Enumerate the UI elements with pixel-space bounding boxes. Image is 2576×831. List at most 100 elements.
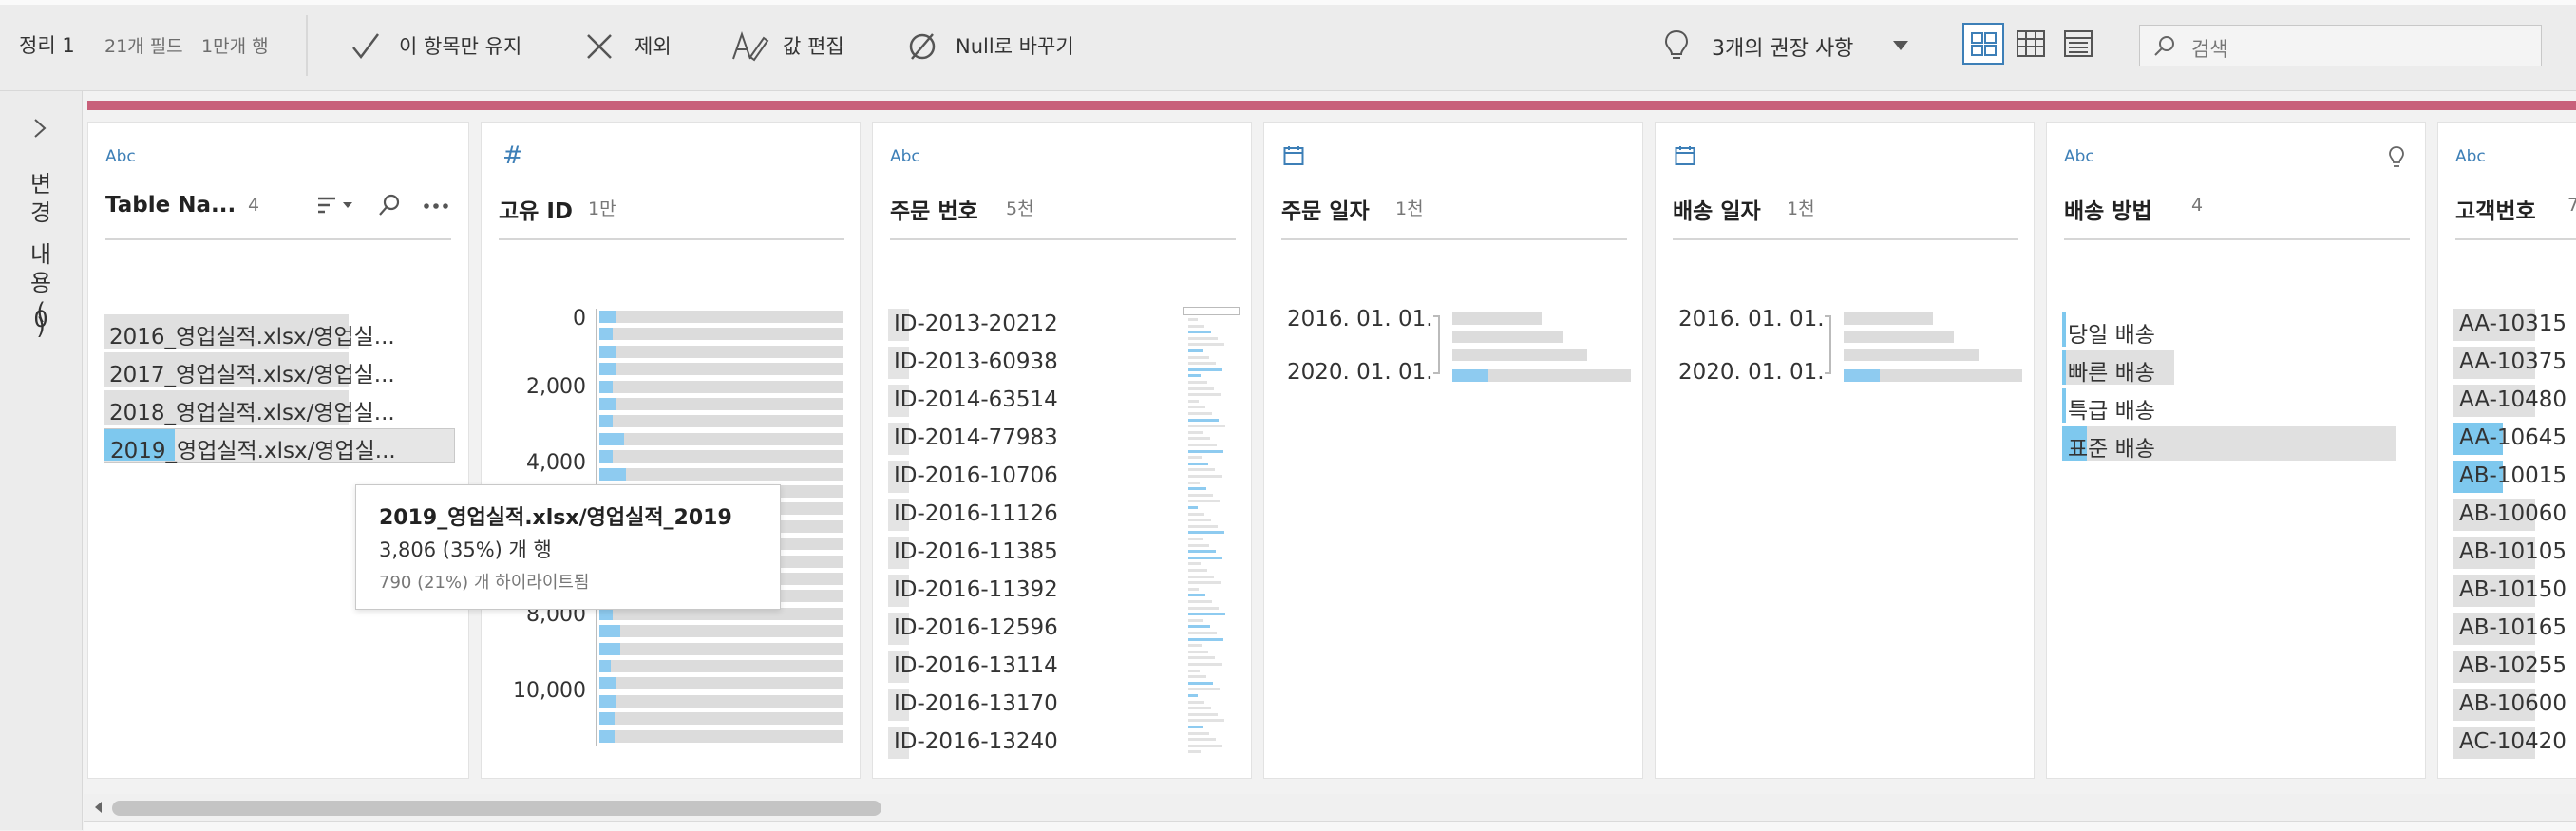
list-item[interactable]: AA-10375	[2453, 347, 2576, 379]
histogram-bar[interactable]	[599, 328, 843, 341]
step-name[interactable]: 정리 1	[19, 30, 75, 59]
list-item[interactable]: 당일 배송	[2062, 312, 2155, 348]
histogram-bar[interactable]	[599, 380, 843, 393]
value-distribution-strip[interactable]	[1186, 318, 1240, 765]
list-item[interactable]: 2018_영업실적.xlsx/영업실...	[104, 390, 395, 425]
list-item[interactable]: AB-10105	[2453, 537, 2576, 569]
more-options-icon[interactable]	[423, 202, 449, 210]
list-item[interactable]: ID-2013-60938	[888, 347, 1126, 379]
field-title[interactable]: Table Na...	[105, 193, 236, 217]
recommendations-dropdown[interactable]: 3개의 권장 사항	[1660, 23, 1917, 68]
list-item[interactable]: AC-10420	[2453, 727, 2576, 759]
list-item[interactable]: 2016_영업실적.xlsx/영업실...	[104, 314, 395, 349]
scroll-left-arrow-icon[interactable]	[93, 801, 103, 814]
histogram-bar[interactable]	[599, 450, 843, 463]
field-title[interactable]: 고객번호	[2455, 193, 2536, 225]
keep-only-button[interactable]: 이 항목만 유지	[346, 23, 536, 68]
histogram-bar[interactable]	[599, 311, 843, 323]
histogram-bar[interactable]	[599, 625, 843, 638]
distribution-tick	[1188, 594, 1205, 597]
field-card-ship-mode[interactable]: Abc 배송 방법 4 당일 배송 빠른 배송 특급 배송 표준 배송	[2046, 122, 2426, 779]
field-card-ship-date[interactable]: 배송 일자 1천 2016. 01. 01. 2020. 01. 01.	[1655, 122, 2035, 779]
profile-view-button[interactable]	[1962, 23, 2004, 65]
list-item[interactable]: 빠른 배송	[2062, 350, 2174, 386]
table-view-button[interactable]	[2010, 23, 2052, 65]
scroll-indicator[interactable]	[1183, 307, 1240, 315]
list-item[interactable]: 표준 배송	[2062, 426, 2396, 462]
distribution-tick	[1188, 412, 1212, 415]
field-title[interactable]: 배송 방법	[2064, 193, 2152, 225]
list-item[interactable]: AB-10015	[2453, 461, 2576, 493]
search-field[interactable]: 검색	[2139, 25, 2542, 66]
distribution-tick	[1188, 524, 1218, 528]
distribution-tick	[1188, 575, 1214, 578]
field-title[interactable]: 고유 ID	[499, 193, 573, 225]
histogram-bar[interactable]	[599, 677, 843, 690]
histogram-bar[interactable]	[599, 729, 843, 743]
list-item[interactable]: ID-2014-63514	[888, 385, 1126, 417]
field-card-customer-id[interactable]: Abc 고객번호 7 AA-10315 AA-10375 AA-10480 AA-10…	[2437, 122, 2576, 779]
list-view-button[interactable]	[2057, 23, 2099, 65]
profile-view-icon	[1971, 31, 1998, 58]
list-item[interactable]: ID-2016-10706	[888, 461, 1126, 493]
histogram-bar[interactable]	[1844, 331, 1954, 343]
value-label: AB-10165	[2459, 615, 2567, 640]
histogram-bar[interactable]	[599, 712, 843, 726]
histogram-bar[interactable]	[599, 694, 843, 708]
field-card-unique-id[interactable]: # 고유 ID 1만 0 2,000 4,000 8,000 10,000	[481, 122, 861, 779]
keep-only-label: 이 항목만 유지	[399, 35, 522, 58]
axis-tick-label: 2016. 01. 01.	[1287, 307, 1433, 331]
list-item[interactable]: ID-2016-11392	[888, 575, 1126, 607]
list-item[interactable]: ID-2016-11126	[888, 499, 1126, 531]
histogram-bar[interactable]	[599, 432, 843, 445]
histogram-bar[interactable]	[599, 363, 843, 376]
field-title[interactable]: 주문 일자	[1281, 193, 1370, 225]
list-item[interactable]: ID-2016-13240	[888, 727, 1126, 759]
list-item[interactable]: ID-2014-77983	[888, 423, 1126, 455]
field-card-order-number[interactable]: Abc 주문 번호 5천 ID-2013-20212 ID-2013-60938 I…	[872, 122, 1252, 779]
list-item[interactable]: AB-10150	[2453, 575, 2576, 607]
lightbulb-icon[interactable]	[2387, 145, 2406, 170]
histogram-bar[interactable]	[599, 415, 843, 428]
histogram-bar[interactable]	[1452, 331, 1563, 343]
list-item[interactable]: ID-2016-13170	[888, 689, 1126, 721]
histogram-bar[interactable]	[599, 660, 843, 672]
list-item[interactable]: 2017_영업실적.xlsx/영업실...	[104, 352, 395, 387]
replace-null-button[interactable]: Null로 바꾸기	[904, 23, 1094, 68]
list-item[interactable]: ID-2016-12596	[888, 613, 1126, 645]
list-item[interactable]: AB-10165	[2453, 613, 2576, 645]
replace-null-label: Null로 바꾸기	[956, 35, 1074, 58]
histogram-bar[interactable]	[599, 398, 843, 410]
field-card-table-names[interactable]: Abc Table Na... 4 2016_영업실적.xlsx/영업실... …	[87, 122, 469, 779]
histogram-bar[interactable]	[599, 467, 843, 481]
histogram-bar[interactable]	[1844, 349, 1979, 361]
list-item[interactable]: AB-10060	[2453, 499, 2576, 531]
list-item-selected[interactable]: 2019_영업실적.xlsx/영업실...	[104, 428, 455, 463]
scrollbar-thumb[interactable]	[112, 801, 881, 816]
list-item[interactable]: 특급 배송	[2062, 388, 2155, 424]
exclude-button[interactable]: 제외	[581, 23, 686, 68]
search-icon[interactable]	[377, 193, 402, 217]
list-item[interactable]: AB-10255	[2453, 651, 2576, 683]
chevron-right-icon[interactable]	[32, 118, 47, 139]
field-title[interactable]: 배송 일자	[1673, 193, 1761, 225]
histogram-bar[interactable]	[1452, 312, 1542, 325]
list-item[interactable]: AB-10600	[2453, 689, 2576, 721]
list-item[interactable]: ID-2016-13114	[888, 651, 1126, 683]
list-item[interactable]: ID-2013-20212	[888, 309, 1126, 341]
field-title[interactable]: 주문 번호	[890, 193, 978, 225]
sort-icon[interactable]	[316, 193, 358, 217]
value-label: AC-10420	[2459, 729, 2567, 754]
list-item[interactable]: AA-10645	[2453, 423, 2576, 455]
histogram-bar[interactable]	[1452, 349, 1587, 361]
edit-values-button[interactable]: 값 편집	[729, 23, 872, 68]
histogram-bar[interactable]	[599, 345, 843, 358]
value-list[interactable]: AA-10315 AA-10375 AA-10480 AA-10645 AB-10015…	[2453, 309, 2576, 765]
list-item[interactable]: ID-2016-11385	[888, 537, 1126, 569]
list-item[interactable]: AA-10480	[2453, 385, 2576, 417]
histogram-bar[interactable]	[1844, 312, 1933, 325]
histogram-bar[interactable]	[599, 642, 843, 655]
field-card-order-date[interactable]: 주문 일자 1천 2016. 01. 01. 2020. 01. 01.	[1263, 122, 1643, 779]
list-item[interactable]: AA-10315	[2453, 309, 2576, 341]
value-list[interactable]: ID-2013-20212 ID-2013-60938 ID-2014-63514 I…	[888, 309, 1126, 765]
